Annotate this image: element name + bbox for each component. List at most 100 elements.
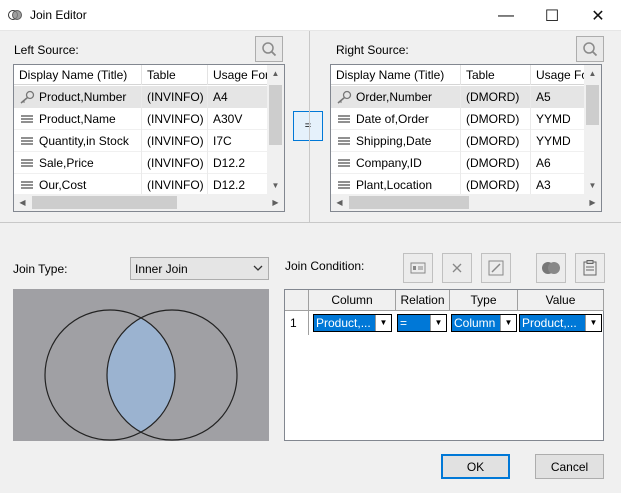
field-icon (338, 181, 350, 189)
scroll-right-icon[interactable]: ▶ (267, 194, 284, 211)
field-icon (338, 159, 350, 167)
ok-button[interactable]: OK (441, 454, 510, 479)
field-name: Quantity,in Stock (39, 134, 129, 148)
field-name: Our,Cost (39, 178, 87, 192)
equal-join-button[interactable]: = (293, 111, 323, 141)
condition-value-value: Product,... (522, 316, 577, 330)
minimize-button[interactable]: — (483, 0, 529, 31)
field-name: Product,Number (39, 90, 127, 104)
right-search-button[interactable] (576, 36, 604, 62)
scroll-thumb[interactable] (269, 85, 282, 145)
join-condition-grid: Column Relation Type Value 1 Product,...… (284, 289, 604, 441)
left-search-button[interactable] (255, 36, 283, 62)
scroll-thumb[interactable] (349, 196, 469, 209)
search-icon (262, 42, 277, 57)
table-row[interactable]: Product,Name (INVINFO) A30V (14, 108, 284, 130)
table-row[interactable]: Shipping,Date (DMORD) YYMD (331, 130, 601, 152)
edit-condition-button[interactable] (481, 253, 511, 283)
search-icon (583, 42, 598, 57)
add-condition-icon (410, 262, 426, 274)
right-source-label: Right Source: (336, 43, 409, 57)
column-header[interactable]: Relation (396, 290, 450, 311)
app-icon (8, 10, 22, 20)
title-bar: Join Editor — ☐ ✕ (0, 0, 621, 31)
field-icon (21, 181, 33, 189)
column-header[interactable]: Type (450, 290, 518, 311)
field-icon (21, 159, 33, 167)
table-row[interactable]: Plant,Location (DMORD) A3 (331, 174, 601, 196)
window-title: Join Editor (30, 8, 87, 22)
column-header[interactable]: Table (461, 65, 531, 85)
scroll-left-icon[interactable]: ◀ (14, 194, 31, 211)
column-header[interactable]: Display Name (Title) (331, 65, 461, 85)
left-source-label: Left Source: (14, 43, 79, 57)
scroll-thumb[interactable] (586, 85, 599, 125)
column-header[interactable]: Table (142, 65, 208, 85)
table-cell: (INVINFO) (142, 108, 208, 130)
chevron-down-icon: ▼ (500, 315, 516, 331)
cancel-button[interactable]: Cancel (535, 454, 604, 479)
scroll-thumb[interactable] (32, 196, 177, 209)
scroll-right-icon[interactable]: ▶ (584, 194, 601, 211)
field-icon (21, 137, 33, 145)
table-row[interactable]: Our,Cost (INVINFO) D12.2 (14, 174, 284, 196)
vertical-scrollbar[interactable]: ▲ ▼ (584, 65, 601, 194)
column-header[interactable]: Column (309, 290, 396, 311)
field-name: Company,ID (356, 156, 422, 170)
condition-type-value: Column (454, 316, 496, 330)
row-number: 1 (285, 311, 309, 335)
maximize-button[interactable]: ☐ (529, 0, 575, 31)
edit-icon (488, 260, 504, 276)
scroll-down-icon[interactable]: ▼ (267, 177, 284, 194)
field-icon (338, 115, 350, 123)
horizontal-scrollbar[interactable]: ◀ ▶ (331, 194, 601, 211)
table-row[interactable]: Date of,Order (DMORD) YYMD (331, 108, 601, 130)
section-divider (0, 222, 621, 223)
close-icon (452, 263, 462, 273)
chevron-down-icon: ▼ (430, 315, 446, 331)
table-cell: (DMORD) (461, 130, 531, 152)
field-name: Date of,Order (356, 112, 429, 126)
field-name: Product,Name (39, 112, 116, 126)
table-row[interactable]: Company,ID (DMORD) A6 (331, 152, 601, 174)
join-type-value: Inner Join (135, 262, 188, 276)
key-icon (337, 90, 352, 104)
add-condition-button[interactable] (403, 253, 433, 283)
scroll-left-icon[interactable]: ◀ (331, 194, 348, 211)
condition-relation-dropdown[interactable]: = ▼ (397, 314, 447, 332)
delete-condition-button[interactable] (442, 253, 472, 283)
condition-column-dropdown[interactable]: Product,... ▼ (313, 314, 392, 332)
join-type-dropdown[interactable]: Inner Join (130, 257, 269, 280)
table-row[interactable]: Quantity,in Stock (INVINFO) I7C (14, 130, 284, 152)
close-button[interactable]: ✕ (575, 0, 621, 31)
chevron-down-icon (253, 265, 263, 271)
table-cell: (DMORD) (461, 108, 531, 130)
table-row[interactable]: Product,Number (INVINFO) A4 (14, 86, 284, 108)
table-cell: (DMORD) (461, 86, 531, 108)
condition-value-dropdown[interactable]: Product,... ▼ (519, 314, 602, 332)
scroll-down-icon[interactable]: ▼ (584, 177, 601, 194)
join-type-label: Join Type: (13, 262, 68, 276)
row-number-header (285, 290, 309, 311)
table-cell: (INVINFO) (142, 174, 208, 196)
column-header[interactable]: Display Name (Title) (14, 65, 142, 85)
field-icon (21, 115, 33, 123)
field-name: Order,Number (356, 90, 433, 104)
horizontal-scrollbar[interactable]: ◀ ▶ (14, 194, 284, 211)
scroll-up-icon[interactable]: ▲ (584, 65, 601, 82)
condition-type-dropdown[interactable]: Column ▼ (451, 314, 517, 332)
pane-divider (309, 31, 310, 222)
grid-header: Display Name (Title) Table Usage Format (331, 65, 601, 85)
column-header[interactable]: Value (518, 290, 604, 311)
vertical-scrollbar[interactable]: ▲ ▼ (267, 65, 284, 194)
left-fields-grid: Display Name (Title) Table Usage Format … (13, 64, 285, 212)
table-row[interactable]: Order,Number (DMORD) A5 (331, 86, 601, 108)
clipboard-icon (583, 260, 597, 276)
table-cell: (INVINFO) (142, 152, 208, 174)
scroll-up-icon[interactable]: ▲ (267, 65, 284, 82)
key-icon (20, 90, 35, 104)
table-row[interactable]: Sale,Price (INVINFO) D12.2 (14, 152, 284, 174)
clipboard-button[interactable] (575, 253, 605, 283)
join-condition-view-button[interactable] (536, 253, 566, 283)
chevron-down-icon: ▼ (375, 315, 391, 331)
